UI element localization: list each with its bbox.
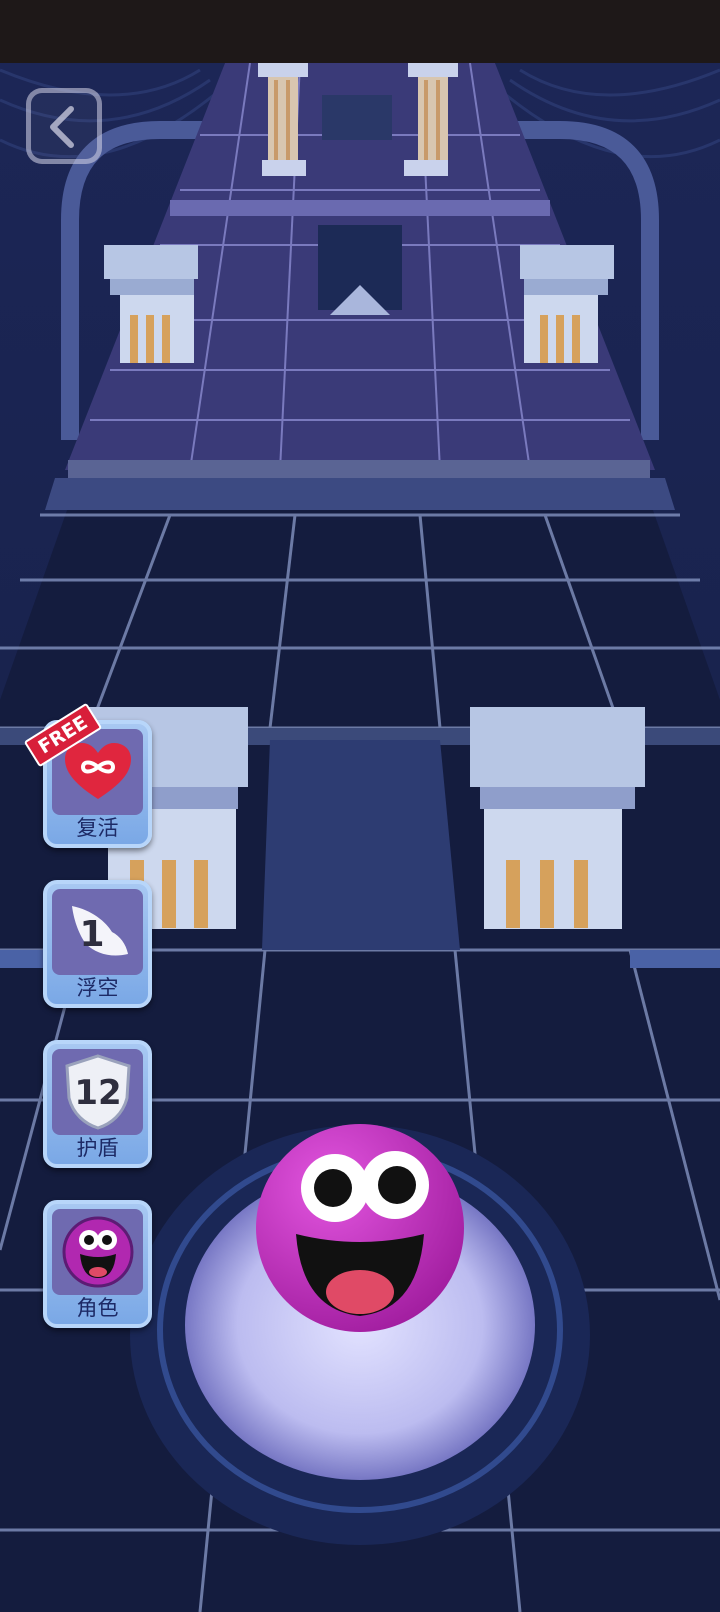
temple-step-front — [45, 478, 675, 510]
infinity-heart-icon — [64, 743, 131, 799]
shield-icon: 12 — [64, 1054, 131, 1130]
chevron-left-icon — [50, 106, 74, 148]
character-icon-frame — [52, 1209, 143, 1295]
shield-label: 护盾 — [76, 1136, 119, 1160]
shield-icon-frame: 12 — [52, 1049, 143, 1135]
revive-label: 复活 — [76, 816, 119, 840]
upper-ledge — [170, 200, 550, 216]
player-ball — [256, 1124, 464, 1332]
status-bar — [0, 0, 720, 63]
shield-count: 12 — [74, 1073, 121, 1113]
character-label: 角色 — [76, 1296, 119, 1320]
temple-step — [68, 460, 650, 478]
purple-ball-face-icon — [62, 1216, 133, 1288]
right-rail — [630, 950, 720, 968]
far-doorway — [322, 95, 392, 140]
wing-icon: 1 — [71, 906, 128, 956]
float-icon-frame: 1 — [52, 889, 143, 975]
near-pillar-right — [470, 707, 645, 929]
float-powerup-button[interactable]: 1 浮空 — [43, 880, 152, 1008]
back-button[interactable] — [26, 88, 102, 164]
float-count: 1 — [79, 914, 104, 955]
float-label: 浮空 — [76, 976, 119, 1000]
shield-powerup-button[interactable]: 12 护盾 — [43, 1040, 152, 1168]
near-gap — [262, 740, 460, 950]
character-button[interactable]: 角色 — [43, 1200, 152, 1328]
